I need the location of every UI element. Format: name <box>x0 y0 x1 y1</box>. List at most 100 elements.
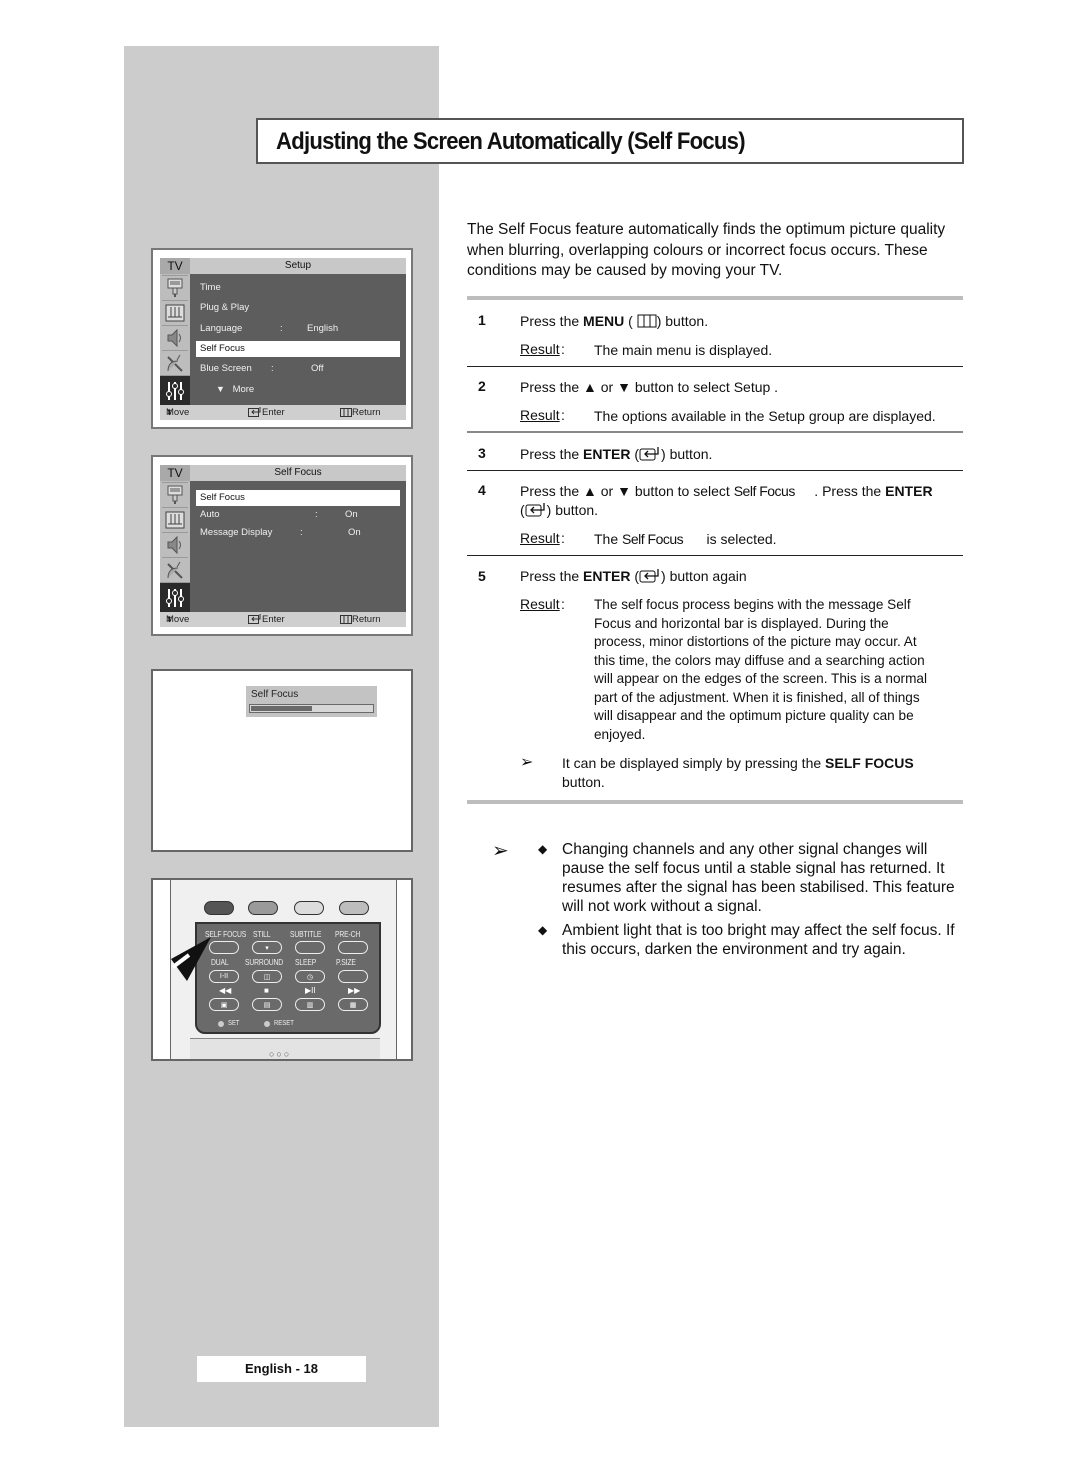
instruction-text: ) button. <box>661 446 713 462</box>
menu-item-more[interactable]: ▼ More <box>196 381 400 397</box>
step-4-instruction: Press the ▲ or ▼ button to select Self F… <box>520 482 933 500</box>
step-1-instruction: Press the MENU ( ) button. <box>520 312 708 330</box>
result-line: Focus and horizontal bar is displayed. D… <box>594 615 889 631</box>
menu-item-blue-screen[interactable]: Blue Screen : Off <box>196 361 400 377</box>
input-icon <box>162 482 188 506</box>
step-4-result: The Self Focus is selected. <box>594 530 777 549</box>
subtitle-button[interactable] <box>295 941 325 954</box>
red-color-button[interactable] <box>204 901 234 915</box>
result-label: Result <box>520 596 560 612</box>
menu-item-colon: : <box>315 509 318 520</box>
fast-forward-icon: ▶▶ <box>348 986 361 995</box>
surround-label: SURROUND <box>245 957 284 967</box>
still-button[interactable]: ▾ <box>252 941 282 954</box>
progress-label: Self Focus <box>251 689 299 700</box>
dual-button-text: I-II <box>219 973 229 980</box>
osd-tab-column: TV <box>160 465 190 612</box>
menu-item-label: Language <box>200 323 243 334</box>
enter-key-label: ENTER <box>583 568 631 584</box>
menu-item-auto[interactable]: Auto : On <box>196 507 400 523</box>
note-text: button. <box>562 774 605 790</box>
note-signal-changes: Changing channels and any other signal c… <box>562 841 955 915</box>
play-pause-icon: ▶II <box>305 986 316 995</box>
remote-control-illustration: SELF FOCUS STILL SUBTITLE PRE-CH ▾ DUAL … <box>151 878 413 1061</box>
menu-item-self-focus[interactable]: Self Focus <box>196 490 400 506</box>
menu-item-value: Off <box>311 363 324 374</box>
pre-ch-button[interactable] <box>338 941 368 954</box>
enter-hint: Enter <box>248 612 285 627</box>
instruction-text: ) button again <box>661 568 747 584</box>
step-2-instruction: Press the ▲ or ▼ button to select Setup … <box>520 379 779 395</box>
osd-footer: ⬍ Move Enter Return <box>160 612 406 627</box>
menu-item-message-display[interactable]: Message Display : On <box>196 525 400 541</box>
remote-button-panel: SELF FOCUS STILL SUBTITLE PRE-CH ▾ DUAL … <box>195 922 381 1034</box>
subtitle-label: SUBTITLE <box>290 929 322 939</box>
result-label: Result <box>520 407 560 423</box>
teletext-icon: ▥ <box>306 1001 314 1009</box>
osd-self-focus-screen: TV Self Focus Self Focus Auto : On Messa… <box>151 455 413 636</box>
move-label: Move <box>166 614 190 625</box>
channel-icon <box>162 350 188 374</box>
setup-icon <box>160 582 190 612</box>
result-line: this time, the colors may diffuse and a … <box>594 652 925 668</box>
step-divider <box>467 470 963 471</box>
instruction-text: Press the <box>520 568 584 584</box>
self-focus-button-note: It can be displayed simply by pressing t… <box>562 754 914 792</box>
teletext-icon: ▤ <box>263 1001 271 1009</box>
reset-indicator-dot <box>264 1021 270 1027</box>
result-text: The <box>594 531 623 547</box>
instruction-text: ( <box>624 313 633 329</box>
stop-button[interactable]: ▤ <box>252 998 282 1011</box>
reset-label: RESET <box>274 1020 294 1027</box>
enter-icon <box>248 614 261 624</box>
play-pause-button[interactable]: ▥ <box>295 998 325 1011</box>
fast-forward-button[interactable]: ▦ <box>338 998 368 1011</box>
diamond-bullet-icon: ◆ <box>538 842 548 856</box>
return-label: Return <box>352 614 381 625</box>
menu-item-value: English <box>307 323 339 334</box>
step-divider <box>467 431 963 433</box>
osd-footer: ⬍ Move Enter Return <box>160 405 406 420</box>
result-line: part of the adjustment. When it is finis… <box>594 689 920 705</box>
green-color-button[interactable] <box>248 901 278 915</box>
step-number: 3 <box>478 445 486 461</box>
menu-item-time[interactable]: Time <box>196 280 400 296</box>
menu-item-plug-and-play[interactable]: Plug & Play <box>196 300 400 316</box>
rewind-button[interactable]: ▣ <box>209 998 239 1011</box>
surround-button[interactable]: ◫ <box>252 970 282 983</box>
menu-icon <box>340 615 352 624</box>
menu-key-label: MENU <box>583 313 625 329</box>
self-focus-progress-screen: Self Focus <box>151 669 413 852</box>
result-colon: : <box>561 596 565 612</box>
intro-paragraph: The Self Focus feature automatically fin… <box>467 221 946 279</box>
menu-item-language[interactable]: Language : English <box>196 321 400 337</box>
set-indicator-dot <box>218 1021 224 1027</box>
step-divider <box>467 555 963 556</box>
instruction-text: ) button. <box>656 313 709 329</box>
enter-icon <box>525 503 545 517</box>
result-colon: : <box>561 407 565 423</box>
progress-track <box>249 704 374 713</box>
picture-icon <box>162 300 188 324</box>
menu-item-label: Auto <box>200 509 220 520</box>
p-size-button[interactable] <box>338 970 368 983</box>
sleep-button[interactable]: ◷ <box>295 970 325 983</box>
step-number: 2 <box>478 378 486 394</box>
result-line: will disappear and the optimum picture q… <box>594 708 914 723</box>
osd-setup-screen: TV Setup Time Plug & Play Language : Eng… <box>151 248 413 429</box>
section-divider <box>467 800 963 804</box>
yellow-color-button[interactable] <box>294 901 324 915</box>
osd-tab-column: TV <box>160 258 190 405</box>
menu-item-value: On <box>348 527 361 538</box>
result-line: The self focus process begins with the m… <box>594 597 911 612</box>
menu-item-reference: Self Focus <box>733 483 796 499</box>
move-label: Move <box>166 407 190 418</box>
blue-color-button[interactable] <box>339 901 369 915</box>
page-number: English - 18 <box>197 1356 366 1382</box>
enter-key-label: ENTER <box>583 446 631 462</box>
menu-item-self-focus[interactable]: Self Focus <box>196 341 400 357</box>
return-hint: Return <box>340 405 381 420</box>
sleep-icon: ◷ <box>306 973 314 981</box>
menu-item-reference: Self Focus <box>622 531 684 547</box>
set-label: SET <box>228 1020 240 1027</box>
